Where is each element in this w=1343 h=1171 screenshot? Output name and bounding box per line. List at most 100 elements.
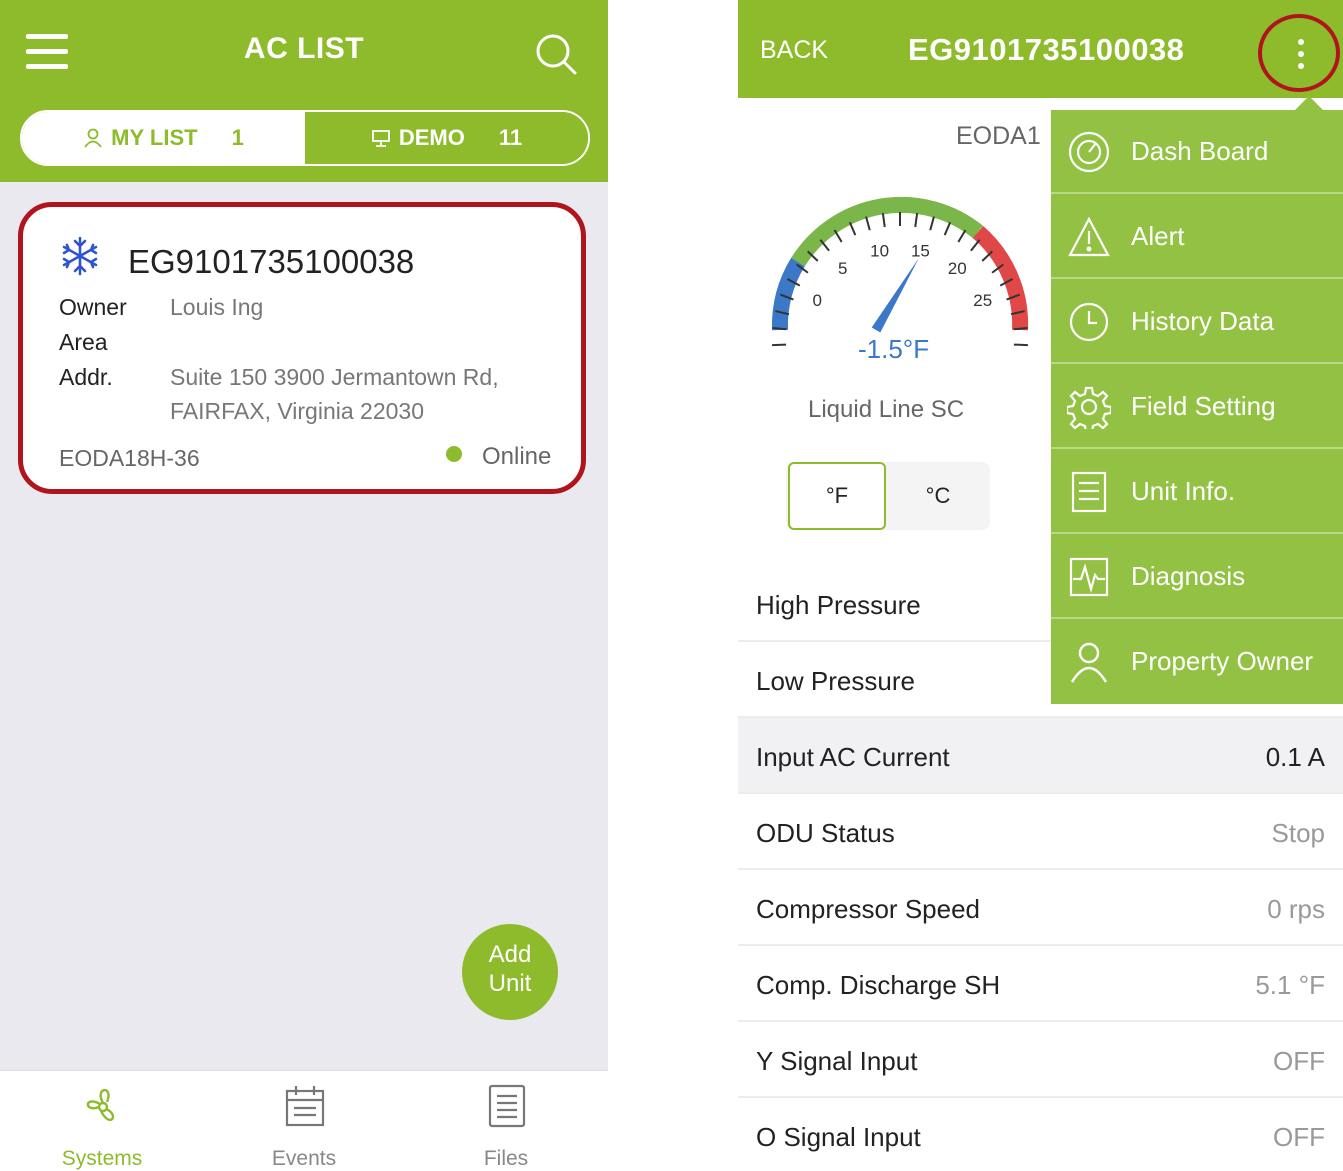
- gauge-tick: [970, 239, 981, 252]
- row-key: Compressor Speed: [756, 894, 980, 924]
- menu-item-dash-board[interactable]: Dash Board: [1051, 110, 1343, 194]
- tab-count: 1: [231, 125, 244, 150]
- menu-item-diagnosis[interactable]: Diagnosis: [1051, 535, 1343, 619]
- row-key: ODU Status: [756, 818, 895, 848]
- liquid-line-gauge: 05 10 15 20 25: [771, 196, 1029, 347]
- ac-list-screen: AC LIST MY LIST 1 DEMO 11 EG910173510003…: [0, 0, 608, 1171]
- owner-value: Louis Ing: [170, 294, 264, 320]
- tab-demo[interactable]: DEMO 11: [305, 112, 588, 164]
- gauge-tick: [848, 221, 857, 236]
- status-dot: [446, 446, 462, 462]
- gauge-tick: [1013, 326, 1028, 331]
- data-row: Input AC Current 0.1 A: [738, 718, 1343, 794]
- fab-line-2: Unit: [488, 970, 532, 997]
- gauge-tick: [865, 216, 871, 231]
- temperature-unit-toggle: °F °C: [786, 462, 990, 530]
- row-value: 5.1 °F: [1255, 970, 1325, 1000]
- menu-item-unit-info[interactable]: Unit Info.: [1051, 450, 1343, 534]
- owner-label: Owner: [59, 294, 127, 320]
- tab-count: 11: [498, 125, 523, 150]
- menu-item-label: Property Owner: [1131, 646, 1314, 676]
- gauge-tick: [914, 213, 919, 228]
- bottom-tab-bar: Systems Events Files: [0, 1070, 608, 1171]
- fab-line-1: Add: [488, 941, 532, 968]
- data-row: Comp. Discharge SH 5.1 °F: [738, 946, 1343, 1022]
- address-line-1: Suite 150 3900 Jermantown Rd,: [170, 364, 499, 390]
- row-value: OFF: [1273, 1046, 1325, 1076]
- pulse-icon: [1069, 557, 1109, 597]
- gauge-tick: [929, 216, 935, 231]
- gauge-tick-label: 25: [973, 291, 992, 310]
- row-value: 0.1 A: [1265, 742, 1325, 772]
- menu-item-label: Unit Info.: [1131, 476, 1236, 506]
- options-menu: Dash Board Alert History Data Field Sett…: [1051, 96, 1343, 704]
- row-key: Input AC Current: [756, 742, 950, 772]
- row-key: Y Signal Input: [756, 1046, 918, 1076]
- data-row: ODU Status Stop: [738, 794, 1343, 870]
- gear-icon: [1067, 386, 1111, 429]
- person-icon: [84, 128, 102, 148]
- app-header: AC LIST MY LIST 1 DEMO 11: [0, 0, 608, 182]
- clock-icon: [1069, 302, 1109, 342]
- gauge-tick-label: 10: [870, 241, 889, 260]
- gauge-value: -1.5°F: [858, 334, 930, 364]
- gauge-tick-label: 0: [813, 291, 822, 310]
- data-row: Y Signal Input OFF: [738, 1022, 1343, 1098]
- menu-item-alert[interactable]: Alert: [1051, 195, 1343, 279]
- menu-item-label: Alert: [1131, 221, 1185, 251]
- tab-label: Files: [483, 1147, 529, 1170]
- add-unit-button[interactable]: Add Unit: [462, 924, 558, 1020]
- data-row: Compressor Speed 0 rps: [738, 870, 1343, 946]
- gauge-tick: [881, 213, 886, 228]
- tab-label: Events: [271, 1147, 337, 1170]
- menu-item-label: Dash Board: [1131, 136, 1269, 166]
- more-options-button[interactable]: [1258, 14, 1340, 92]
- unit-fahrenheit-button[interactable]: °F: [788, 462, 886, 530]
- fan-icon: [86, 1088, 115, 1122]
- status-text: Online: [482, 443, 552, 470]
- gauge-tick: [957, 229, 967, 243]
- row-value: 0 rps: [1267, 894, 1325, 924]
- file-list-icon: [488, 1084, 526, 1128]
- tab-systems[interactable]: Systems: [2, 1071, 202, 1171]
- gauge-label: Liquid Line SC: [808, 396, 965, 423]
- menu-item-history-data[interactable]: History Data: [1051, 280, 1343, 364]
- gauge-tick: [1013, 343, 1028, 347]
- search-icon[interactable]: [534, 32, 578, 76]
- document-icon: [1071, 471, 1107, 513]
- menu-item-property-owner[interactable]: Property Owner: [1051, 620, 1343, 704]
- gauge-tick-label: 15: [911, 241, 930, 260]
- tab-my-list[interactable]: MY LIST 1: [22, 112, 305, 164]
- address-label: Addr.: [59, 364, 113, 390]
- row-key: Low Pressure: [756, 666, 915, 696]
- unit-celsius-button[interactable]: °C: [888, 462, 988, 530]
- unit-card[interactable]: EG9101735100038 Owner Louis Ing Area Add…: [18, 202, 586, 494]
- calendar-icon: [285, 1086, 325, 1127]
- gauge-tick-label: 5: [838, 259, 847, 278]
- list-segment-control: MY LIST 1 DEMO 11: [20, 110, 590, 166]
- tab-label: MY LIST: [111, 125, 198, 150]
- menu-item-label: Diagnosis: [1131, 561, 1246, 591]
- row-value: OFF: [1273, 1122, 1325, 1152]
- row-key: High Pressure: [756, 590, 921, 620]
- tab-files[interactable]: Files: [406, 1071, 606, 1171]
- dashboard-icon: [1068, 131, 1110, 173]
- menu-item-field-setting[interactable]: Field Setting: [1051, 365, 1343, 449]
- monitor-icon: [371, 130, 390, 147]
- back-button[interactable]: BACK: [760, 36, 828, 65]
- snowflake-icon: [62, 236, 98, 276]
- unit-model: EODA1: [956, 122, 1041, 150]
- tab-label: Systems: [61, 1147, 143, 1170]
- row-value: Stop: [1271, 818, 1326, 848]
- menu-item-label: History Data: [1131, 306, 1275, 336]
- alert-icon: [1068, 216, 1110, 257]
- page-title: AC LIST: [243, 32, 365, 65]
- unit-id: EG9101735100038: [128, 243, 415, 280]
- row-key: Comp. Discharge SH: [756, 970, 1001, 1000]
- tab-events[interactable]: Events: [204, 1071, 404, 1171]
- gauge-tick: [772, 343, 787, 347]
- menu-item-label: Field Setting: [1131, 391, 1276, 421]
- tab-label: DEMO: [398, 125, 465, 150]
- gauge-needle: [871, 257, 919, 333]
- unit-model: EODA18H-36: [59, 445, 200, 471]
